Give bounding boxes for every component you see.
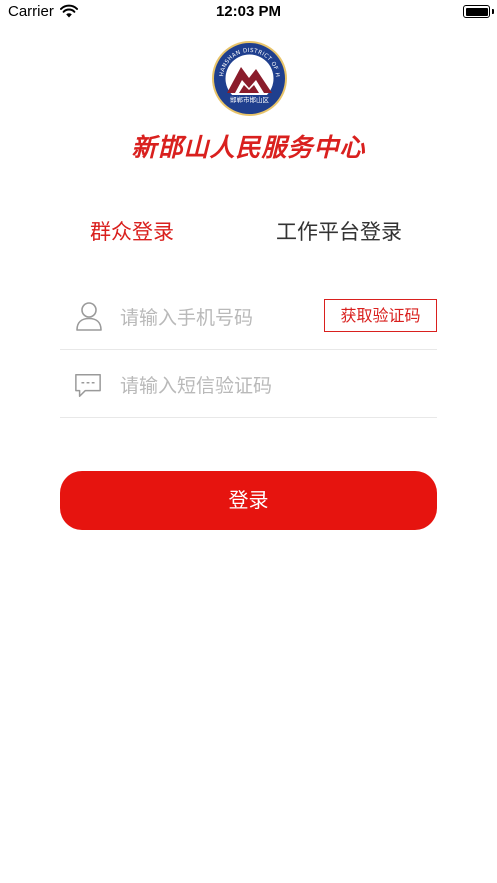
service-center-title: 新邯山人民服务中心 [131,133,366,162]
battery-icon [463,5,490,18]
sms-code-input[interactable] [120,370,400,402]
tab-work-platform-login[interactable]: 工作平台登录 [276,216,402,246]
phone-input[interactable] [120,302,310,334]
status-bar: Carrier 12:03 PM [0,0,497,26]
district-emblem-logo: HANSHAN DISTRICT OF HANDAN CITY 邯郸市邯山区 [211,40,287,116]
battery-cap [492,9,494,14]
logo-district-name: 邯郸市邯山区 [230,95,270,104]
get-verification-code-button[interactable]: 获取验证码 [324,299,437,332]
divider [60,349,437,350]
divider [60,417,437,418]
message-icon [75,374,101,398]
login-button[interactable]: 登录 [60,471,437,530]
status-time: 12:03 PM [215,3,282,20]
user-icon [76,302,102,331]
tab-public-login[interactable]: 群众登录 [90,216,174,246]
